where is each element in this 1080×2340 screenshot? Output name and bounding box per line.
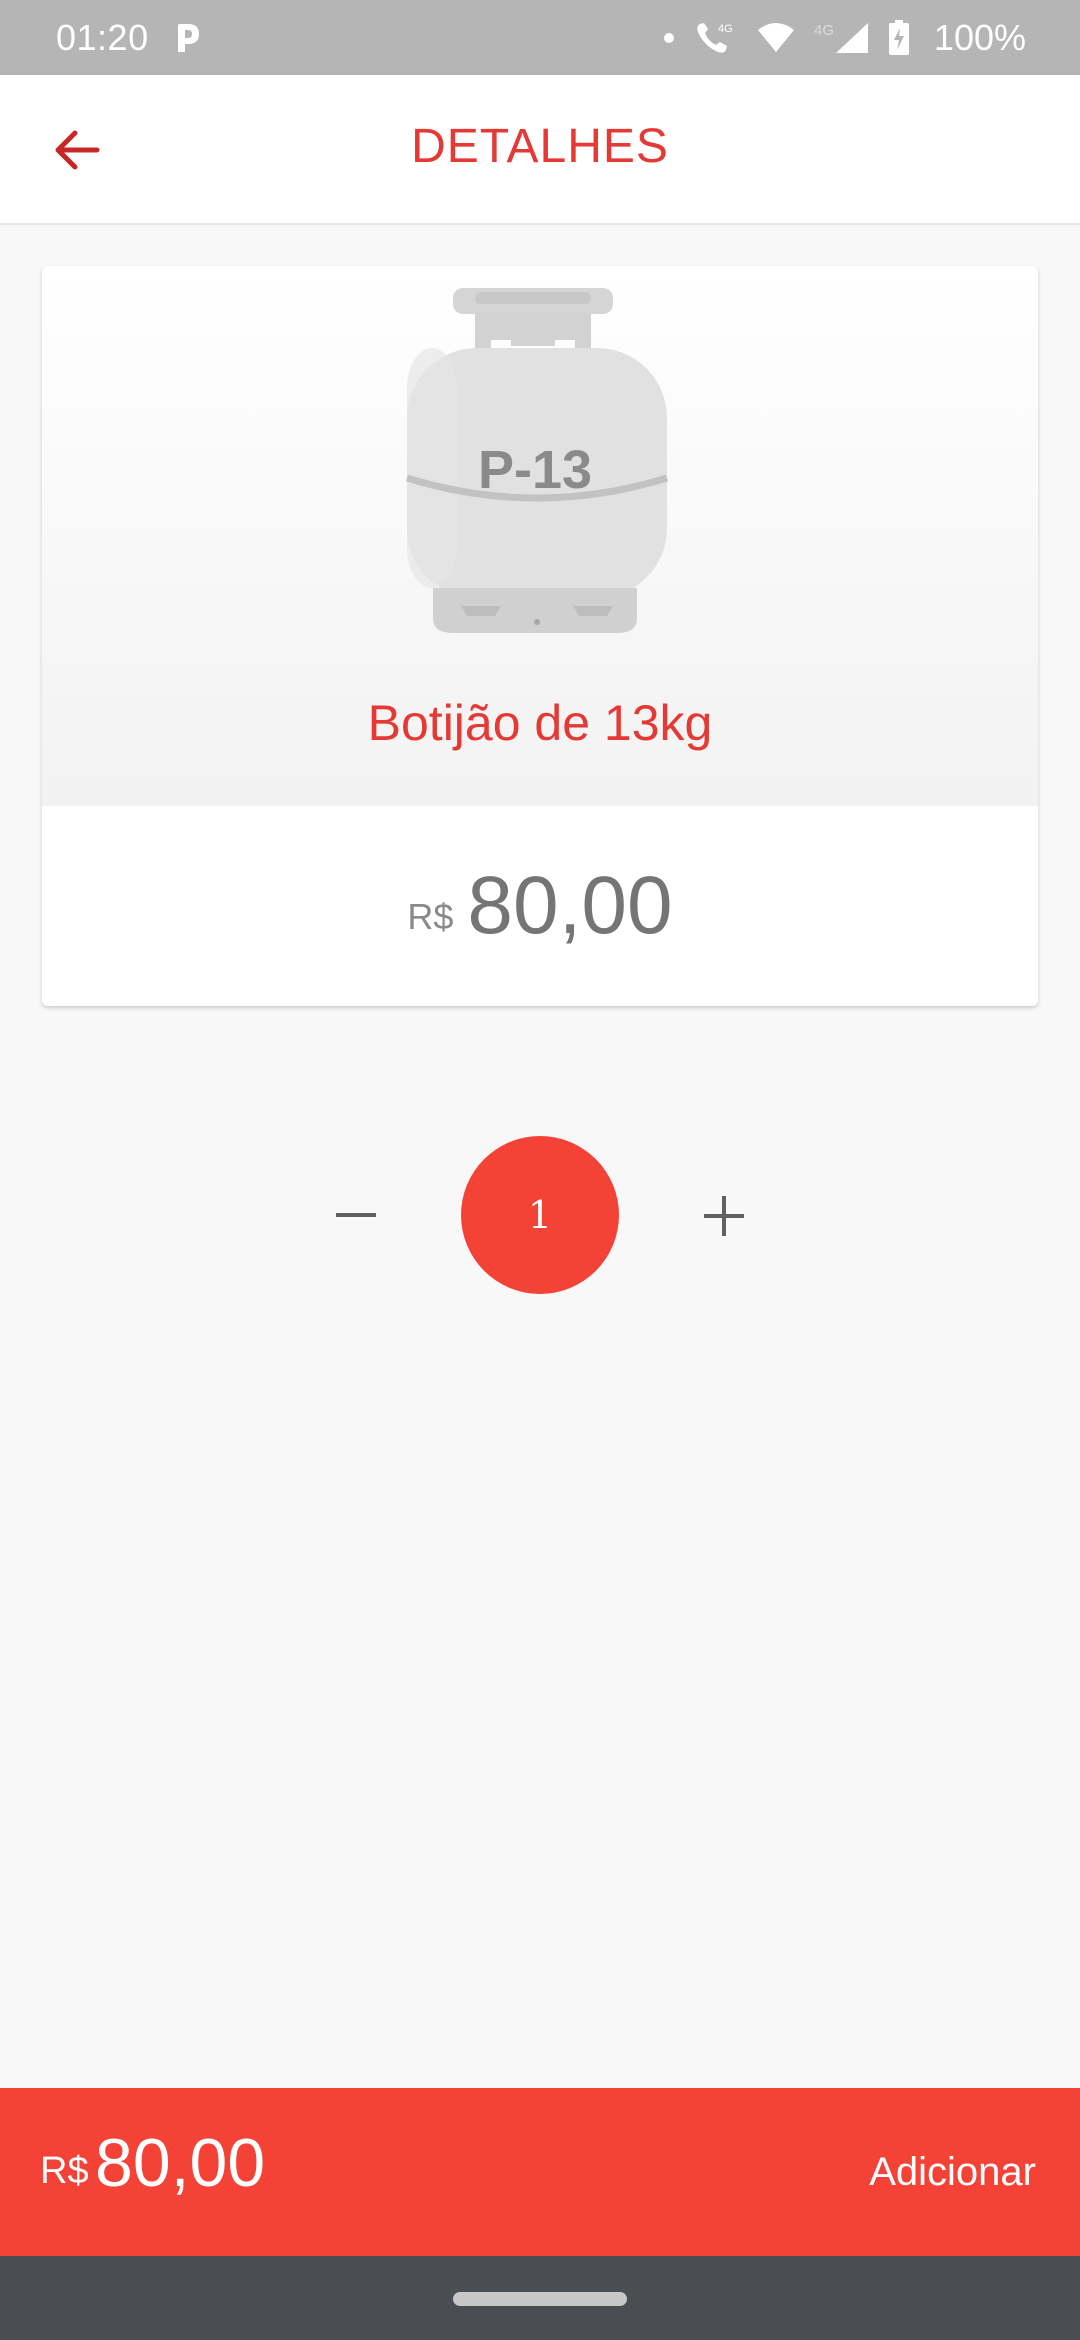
price-value: 80,00 bbox=[467, 860, 673, 951]
product-card: P-13 Botijão de 13kg R$ 80,00 bbox=[42, 266, 1038, 1006]
total-value: 80,00 bbox=[95, 2125, 266, 2201]
battery-charging-icon bbox=[888, 19, 910, 56]
price-currency: R$ bbox=[407, 896, 454, 937]
minus-icon bbox=[336, 1213, 376, 1217]
signal-icon: 4G bbox=[814, 21, 870, 55]
gas-cylinder-image: P-13 bbox=[405, 288, 669, 633]
wifi-icon bbox=[756, 22, 796, 54]
parking-icon bbox=[175, 22, 201, 54]
cylinder-label: P-13 bbox=[478, 440, 592, 500]
product-price: R$ 80,00 bbox=[42, 806, 1038, 1006]
quantity-value: 1 bbox=[461, 1136, 619, 1294]
battery-level: 100% bbox=[933, 16, 1026, 58]
bottom-action-bar: R$ 80,00 Adicionar bbox=[0, 2088, 1080, 2256]
decrement-button[interactable] bbox=[316, 1176, 396, 1256]
app-header: DETALHES bbox=[0, 75, 1080, 225]
status-bar: 01:20 4G 4G 100% bbox=[0, 0, 1080, 75]
product-name: Botijão de 13kg bbox=[367, 695, 713, 751]
status-time: 01:20 bbox=[56, 16, 149, 58]
home-indicator[interactable] bbox=[453, 2292, 627, 2306]
dot-icon bbox=[662, 31, 676, 45]
page-title: DETALHES bbox=[411, 120, 669, 173]
add-button[interactable]: Adicionar bbox=[869, 2136, 1036, 2208]
network-label-1: 4G bbox=[718, 23, 733, 35]
increment-button[interactable] bbox=[684, 1176, 764, 1256]
plus-icon bbox=[704, 1196, 744, 1236]
call-icon: 4G bbox=[694, 20, 738, 56]
total-currency: R$ bbox=[40, 2150, 89, 2192]
product-card-top: P-13 Botijão de 13kg bbox=[42, 266, 1038, 806]
network-label-2: 4G bbox=[814, 22, 834, 39]
navigation-bar bbox=[0, 2256, 1080, 2340]
quantity-stepper: 1 bbox=[0, 1136, 1080, 1296]
